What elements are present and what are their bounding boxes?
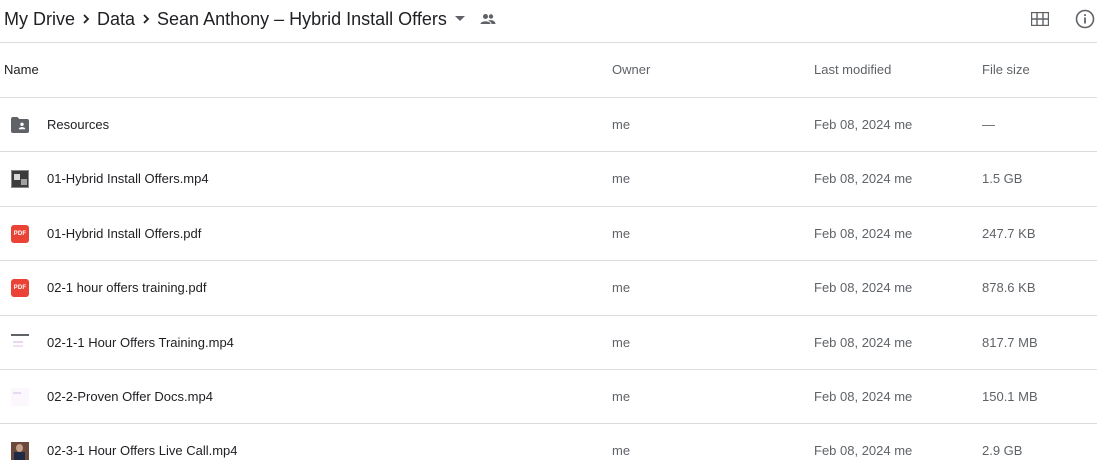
file-row[interactable]: 02-2-Proven Offer Docs.mp4 me Feb 08, 20… (0, 370, 1097, 425)
video-thumbnail-icon (11, 442, 29, 461)
file-row[interactable]: Resources me Feb 08, 2024 me — (0, 98, 1097, 153)
file-last-modified: Feb 08, 2024 me (814, 334, 913, 350)
file-name: 02-2-Proven Offer Docs.mp4 (47, 388, 213, 404)
file-owner: me (612, 443, 631, 459)
column-header-name[interactable]: Name (4, 62, 39, 77)
caret-down-icon (449, 8, 471, 30)
file-name: Resources (47, 117, 110, 132)
view-details-button[interactable] (1072, 6, 1097, 32)
file-row[interactable]: PDF 02-1 hour offers training.pdf me Feb… (0, 261, 1097, 316)
chevron-right-icon (75, 8, 97, 30)
file-last-modified: Feb 08, 2024 me (814, 171, 913, 187)
breadcrumb-data[interactable]: Data (97, 9, 135, 30)
chevron-right-icon (135, 8, 157, 30)
file-size: 2.9 GB (982, 443, 1023, 459)
file-owner: me (612, 117, 631, 132)
file-size: 878.6 KB (982, 280, 1036, 296)
breadcrumb-my-drive[interactable]: My Drive (4, 9, 75, 30)
column-header-owner[interactable]: Owner (612, 62, 650, 77)
file-last-modified: Feb 08, 2024 me (814, 280, 913, 296)
pdf-icon: PDF (11, 279, 29, 298)
info-icon (1075, 9, 1095, 29)
file-row[interactable]: 01-Hybrid Install Offers.mp4 me Feb 08, … (0, 152, 1097, 207)
file-owner: me (612, 334, 631, 350)
file-size: 1.5 GB (982, 171, 1023, 187)
column-header-file-size[interactable]: File size (982, 62, 1030, 77)
file-size: 817.7 MB (982, 334, 1038, 350)
file-name: 01-Hybrid Install Offers.mp4 (47, 171, 209, 187)
video-thumbnail-icon (11, 387, 29, 406)
file-list-header: Name Owner Last modified File size (0, 43, 1097, 98)
file-last-modified: Feb 08, 2024 me (814, 117, 913, 132)
file-size: — (982, 117, 995, 132)
file-list: Resources me Feb 08, 2024 me — 01-Hybrid… (0, 98, 1097, 467)
breadcrumb-current-label: Sean Anthony – Hybrid Install Offers (157, 8, 447, 29)
file-row[interactable]: 02-1-1 Hour Offers Training.mp4 me Feb 0… (0, 316, 1097, 370)
shared-folder-icon (11, 116, 29, 134)
shared-people-icon (477, 8, 499, 30)
breadcrumb: My Drive Data Sean Anthony – Hybrid Inst… (4, 6, 499, 32)
grid-view-button[interactable] (1027, 6, 1053, 32)
top-bar: My Drive Data Sean Anthony – Hybrid Inst… (0, 0, 1097, 43)
file-owner: me (612, 280, 631, 296)
file-size: 247.7 KB (982, 225, 1036, 241)
file-row[interactable]: PDF 01-Hybrid Install Offers.pdf me Feb … (0, 207, 1097, 262)
breadcrumb-current-folder[interactable]: Sean Anthony – Hybrid Install Offers (157, 8, 471, 30)
file-last-modified: Feb 08, 2024 me (814, 225, 913, 241)
file-size: 150.1 MB (982, 388, 1038, 404)
column-header-last-modified[interactable]: Last modified (814, 62, 891, 77)
file-name: 02-3-1 Hour Offers Live Call.mp4 (47, 443, 238, 459)
pdf-icon: PDF (11, 224, 29, 243)
file-owner: me (612, 171, 631, 187)
file-name: 02-1 hour offers training.pdf (47, 280, 207, 296)
video-thumbnail-icon (11, 170, 29, 189)
file-owner: me (612, 225, 631, 241)
file-last-modified: Feb 08, 2024 me (814, 443, 913, 459)
file-last-modified: Feb 08, 2024 me (814, 388, 913, 404)
file-name: 02-1-1 Hour Offers Training.mp4 (47, 334, 234, 350)
video-thumbnail-icon (11, 333, 29, 352)
file-row[interactable]: 02-3-1 Hour Offers Live Call.mp4 me Feb … (0, 424, 1097, 467)
file-name: 01-Hybrid Install Offers.pdf (47, 225, 202, 241)
grid-view-icon (1031, 12, 1049, 26)
file-owner: me (612, 388, 631, 404)
